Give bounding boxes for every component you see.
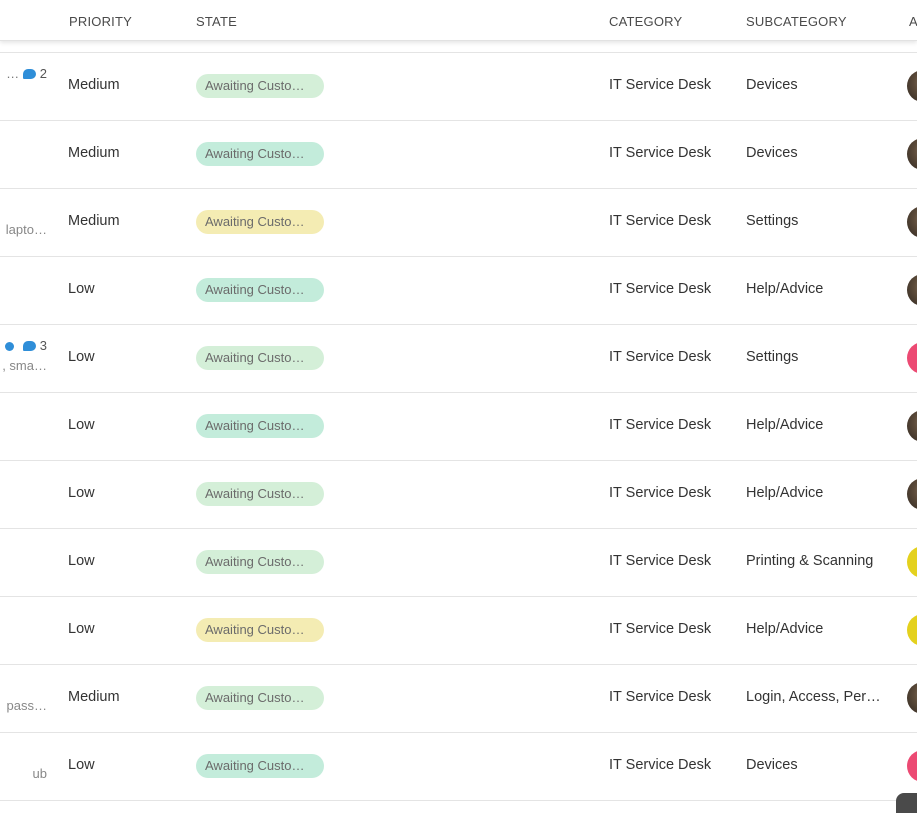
subcategory-cell: Devices [746, 145, 798, 161]
subcategory-cell: Settings [746, 213, 799, 229]
category-cell: IT Service Desk [609, 485, 712, 501]
category-cell: IT Service Desk [609, 281, 712, 297]
ticket-description-fragment: ub [32, 766, 47, 781]
ticket-summary-fragment[interactable]: 3 , sma… [2, 335, 47, 375]
subcategory-cell: Help/Advice [746, 485, 824, 501]
status-dot-icon [4, 342, 14, 352]
assignee-avatar[interactable] [907, 206, 917, 238]
ticket-table-body: … 2 Medium Awaiting Custo… IT Service Desk D… [0, 52, 917, 801]
category-cell: IT Service Desk [609, 553, 712, 569]
subcategory-cell: Help/Advice [746, 621, 824, 637]
priority-cell: Low [68, 485, 95, 501]
table-row[interactable]: … 2 Medium Awaiting Custo… IT Service Desk D… [0, 52, 917, 121]
priority-cell: Medium [68, 145, 120, 161]
priority-cell: Low [68, 349, 95, 365]
state-badge[interactable]: Awaiting Custo… [196, 686, 324, 710]
assignee-avatar[interactable] [907, 750, 917, 782]
ticket-summary-fragment[interactable]: ub [33, 743, 47, 783]
state-badge[interactable]: Awaiting Custo… [196, 346, 324, 370]
state-badge[interactable]: Awaiting Custo… [196, 210, 324, 234]
category-cell: IT Service Desk [609, 417, 712, 433]
state-badge[interactable]: Awaiting Custo… [196, 482, 324, 506]
subcategory-cell: Help/Advice [746, 417, 824, 433]
subcategory-cell: Devices [746, 77, 798, 93]
subcategory-cell: Devices [746, 757, 798, 773]
category-cell: IT Service Desk [609, 77, 712, 93]
assignee-avatar[interactable] [907, 70, 917, 102]
table-row[interactable]: Low Awaiting Custo… IT Service Desk Help/Ad… [0, 257, 917, 325]
column-header-priority[interactable]: PRIORITY [69, 14, 132, 29]
table-row[interactable]: Low Awaiting Custo… IT Service Desk Help/Ad… [0, 393, 917, 461]
table-header: PRIORITY STATE CATEGORY SUBCATEGORY A [0, 0, 917, 41]
table-row[interactable]: Low Awaiting Custo… IT Service Desk Printin… [0, 529, 917, 597]
state-badge[interactable]: Awaiting Custo… [196, 618, 324, 642]
column-header-category[interactable]: CATEGORY [609, 14, 682, 29]
table-row[interactable]: lapto… Medium Awaiting Custo… IT Service De… [0, 189, 917, 257]
assignee-avatar[interactable] [907, 682, 917, 714]
assignee-avatar[interactable] [907, 478, 917, 510]
assignee-avatar[interactable] [907, 274, 917, 306]
comment-count: 2 [39, 66, 47, 81]
assignee-avatar[interactable] [907, 546, 917, 578]
ticket-description-fragment: , sma… [2, 358, 47, 373]
assignee-avatar[interactable] [907, 138, 917, 170]
state-badge[interactable]: Awaiting Custo… [196, 754, 324, 778]
table-row[interactable]: Medium Awaiting Custo… IT Service Desk Devi… [0, 121, 917, 189]
ticket-description-fragment: pass… [6, 698, 47, 713]
category-cell: IT Service Desk [609, 621, 712, 637]
priority-cell: Low [68, 281, 95, 297]
assignee-avatar[interactable] [907, 342, 917, 374]
table-row[interactable]: Low Awaiting Custo… IT Service Desk Help/Ad… [0, 461, 917, 529]
table-row[interactable]: ub Low Awaiting Custo… IT Service Desk Devic… [0, 733, 917, 801]
assignee-avatar[interactable] [907, 614, 917, 646]
ticket-summary-fragment[interactable]: pass… [7, 675, 47, 715]
state-badge[interactable]: Awaiting Custo… [196, 74, 324, 98]
subcategory-cell: Help/Advice [746, 281, 824, 297]
subcategory-cell: Settings [746, 349, 799, 365]
state-badge[interactable]: Awaiting Custo… [196, 142, 324, 166]
category-cell: IT Service Desk [609, 757, 712, 773]
state-badge[interactable]: Awaiting Custo… [196, 414, 324, 438]
subcategory-cell: Printing & Scanning [746, 553, 874, 569]
assignee-avatar[interactable] [907, 410, 917, 442]
priority-cell: Medium [68, 77, 120, 93]
state-badge[interactable]: Awaiting Custo… [196, 550, 324, 574]
priority-cell: Low [68, 621, 95, 637]
priority-cell: Medium [68, 689, 120, 705]
priority-cell: Low [68, 417, 95, 433]
column-header-subcategory[interactable]: SUBCATEGORY [746, 14, 847, 29]
ticket-description-fragment: lapto… [5, 222, 47, 237]
category-cell: IT Service Desk [609, 349, 712, 365]
table-row[interactable]: Low Awaiting Custo… IT Service Desk Help/Ad… [0, 597, 917, 665]
priority-cell: Low [68, 553, 95, 569]
state-badge[interactable]: Awaiting Custo… [196, 278, 324, 302]
chat-widget-button[interactable] [896, 793, 917, 813]
ticket-description-fragment [6, 85, 47, 103]
category-cell: IT Service Desk [609, 213, 712, 229]
subcategory-cell: Login, Access, Per… [746, 689, 881, 705]
comment-icon [22, 340, 36, 351]
ticket-summary-fragment[interactable]: lapto… [6, 199, 47, 239]
comment-count: 3 [39, 338, 47, 353]
table-row[interactable]: 3 , sma… Low Awaiting Custo… IT Service Desk… [0, 325, 917, 393]
column-header-assignee[interactable]: A [909, 14, 917, 29]
priority-cell: Medium [68, 213, 120, 229]
table-row[interactable]: pass… Medium Awaiting Custo… IT Service Des… [0, 665, 917, 733]
column-header-state[interactable]: STATE [196, 14, 237, 29]
ticket-title-fragment: … [6, 66, 20, 81]
category-cell: IT Service Desk [609, 689, 712, 705]
ticket-summary-fragment[interactable]: … 2 [6, 63, 47, 103]
category-cell: IT Service Desk [609, 145, 712, 161]
comment-icon [22, 68, 36, 79]
priority-cell: Low [68, 757, 95, 773]
